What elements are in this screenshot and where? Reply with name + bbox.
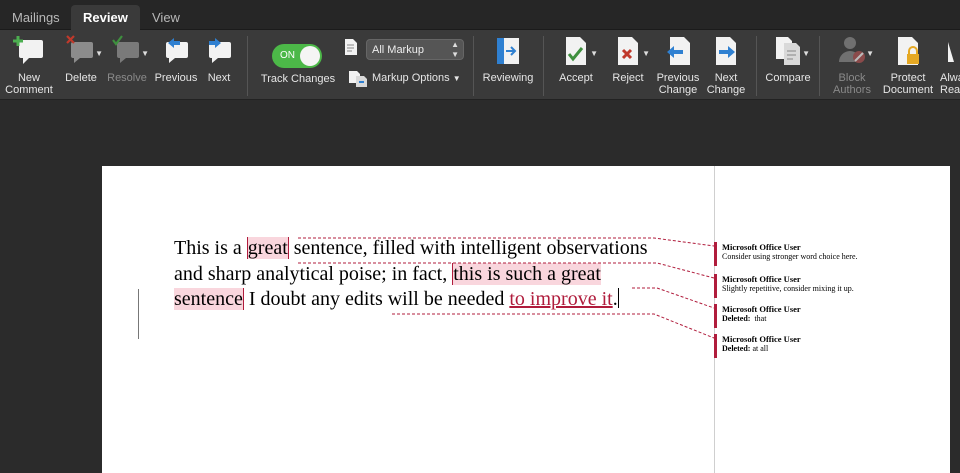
- leader-line: [632, 287, 715, 309]
- display-for-review-select[interactable]: All Markup ▲ ▼: [366, 39, 464, 60]
- reject-change-icon: ▼: [612, 34, 650, 68]
- next-change-label-2: Change: [706, 84, 746, 96]
- comment-text: Consider using stronger word choice here…: [722, 252, 858, 261]
- accept-dropdown-arrow[interactable]: ▼: [590, 48, 598, 60]
- ribbon-divider: [473, 36, 474, 96]
- deleted-value: that: [754, 314, 767, 323]
- markup-options-icon: [348, 70, 368, 88]
- ribbon-divider: [543, 36, 544, 96]
- review-ribbon: New Comment ▼ Delete ▼ Resolve Previous …: [0, 30, 960, 100]
- leader-line: [298, 237, 715, 247]
- previous-comment-icon: [160, 34, 192, 68]
- deleted-value: at all: [752, 344, 769, 353]
- block-authors-dropdown-arrow[interactable]: ▼: [866, 48, 874, 60]
- previous-change-label-2: Change: [658, 84, 698, 96]
- track-changes-toggle[interactable]: ON: [272, 44, 322, 68]
- toggle-knob: [300, 46, 320, 66]
- markup-options-button[interactable]: Markup Options ▼: [372, 72, 462, 85]
- delete-comment-button[interactable]: ▼ Delete: [60, 34, 103, 84]
- reject-change-button[interactable]: ▼ Reject: [608, 34, 650, 84]
- protect-document-icon: [892, 34, 924, 68]
- compare-button[interactable]: ▼ Compare: [764, 34, 812, 84]
- ribbon-tab-bar: Mailings Review View: [0, 0, 960, 30]
- accept-change-button[interactable]: ▼ Accept: [556, 34, 598, 84]
- comment-author: Microsoft Office User: [722, 242, 801, 252]
- deletion-author: Microsoft Office User: [722, 334, 801, 344]
- protect-document-label-1: Protect: [890, 72, 926, 84]
- comment-author: Microsoft Office User: [722, 274, 801, 284]
- resolve-label: Resolve: [107, 72, 147, 84]
- ribbon-divider: [247, 36, 248, 96]
- track-changes-label: Track Changes: [260, 73, 336, 85]
- accept-change-icon: ▼: [560, 34, 598, 68]
- previous-change-icon: [662, 34, 694, 68]
- reject-dropdown-arrow[interactable]: ▼: [642, 48, 650, 60]
- deletion-text: Deleted: that: [722, 314, 950, 324]
- always-read-only-label-2: Rea: [940, 84, 960, 96]
- protect-document-label-2: Document: [882, 84, 934, 96]
- delete-dropdown-arrow[interactable]: ▼: [95, 48, 103, 60]
- deletion-author: Microsoft Office User: [722, 304, 801, 314]
- previous-comment-button[interactable]: Previous: [153, 34, 199, 84]
- next-comment-icon: [203, 34, 235, 68]
- previous-change-button[interactable]: Previous Change: [654, 34, 702, 96]
- new-comment-icon: [13, 34, 45, 68]
- comment-balloon[interactable]: Microsoft Office User Consider using str…: [714, 242, 950, 266]
- block-authors-label-1: Block: [838, 72, 866, 84]
- comment-text: Slightly repetitive, consider mixing it …: [722, 284, 854, 293]
- block-authors-label-2: Authors: [833, 84, 871, 96]
- block-authors-icon: ▼: [836, 34, 874, 68]
- tab-mailings[interactable]: Mailings: [0, 5, 72, 30]
- deleted-label: Deleted:: [722, 344, 751, 353]
- new-comment-label-2: Comment: [5, 84, 53, 96]
- next-change-icon: [710, 34, 742, 68]
- reject-label: Reject: [612, 72, 644, 84]
- ribbon-divider: [819, 36, 820, 96]
- deletion-balloon[interactable]: Microsoft Office User Deleted: that: [714, 304, 950, 328]
- delete-label: Delete: [65, 72, 97, 84]
- reviewing-pane-button[interactable]: Reviewing: [480, 34, 536, 84]
- block-authors-button[interactable]: ▼ Block Authors: [830, 34, 874, 96]
- always-read-only-icon: [940, 34, 960, 68]
- leader-line: [392, 313, 715, 339]
- new-comment-label-1: New: [17, 72, 40, 84]
- ribbon-divider: [756, 36, 757, 96]
- markup-options-label: Markup Options: [372, 72, 450, 84]
- toggle-state-label: ON: [280, 50, 295, 61]
- always-read-only-label-1: Alwa: [940, 72, 960, 84]
- tab-review[interactable]: Review: [71, 5, 140, 30]
- document-page[interactable]: This is a great sentence, filled with in…: [102, 166, 950, 473]
- new-comment-button[interactable]: New Comment: [4, 34, 54, 96]
- next-comment-button[interactable]: Next: [202, 34, 236, 84]
- resolve-dropdown-arrow[interactable]: ▼: [141, 48, 149, 60]
- always-read-only-button[interactable]: Alwa Rea: [940, 34, 960, 96]
- deletion-text: Deleted: at all: [722, 344, 950, 354]
- compare-label: Compare: [765, 72, 811, 84]
- deleted-label: Deleted:: [722, 314, 751, 323]
- select-stepper-icon: ▲ ▼: [451, 40, 459, 59]
- previous-comment-label: Previous: [154, 72, 198, 84]
- next-change-label-1: Next: [714, 72, 738, 84]
- comment-balloon[interactable]: Microsoft Office User Slightly repetitiv…: [714, 274, 950, 298]
- tab-view[interactable]: View: [140, 5, 192, 30]
- protect-document-button[interactable]: Protect Document: [880, 34, 936, 96]
- compare-icon: ▼: [772, 34, 810, 68]
- document-canvas: This is a great sentence, filled with in…: [0, 100, 960, 473]
- deletion-balloon[interactable]: Microsoft Office User Deleted: at all: [714, 334, 950, 358]
- next-comment-label: Next: [207, 72, 231, 84]
- accept-label: Accept: [559, 72, 593, 84]
- resolve-button[interactable]: ▼ Resolve: [106, 34, 149, 84]
- reviewing-pane-icon: [492, 34, 524, 68]
- delete-comment-icon: ▼: [65, 34, 103, 68]
- reviewing-label: Reviewing: [482, 72, 534, 84]
- next-change-button[interactable]: Next Change: [704, 34, 748, 96]
- compare-dropdown-arrow[interactable]: ▼: [802, 48, 810, 60]
- markup-options-dropdown-arrow: ▼: [452, 74, 461, 83]
- display-for-review-value: All Markup: [372, 44, 424, 56]
- document-markup-icon: [344, 38, 358, 56]
- leader-line: [298, 262, 715, 279]
- resolve-icon: ▼: [111, 34, 149, 68]
- previous-change-label-1: Previous: [656, 72, 700, 84]
